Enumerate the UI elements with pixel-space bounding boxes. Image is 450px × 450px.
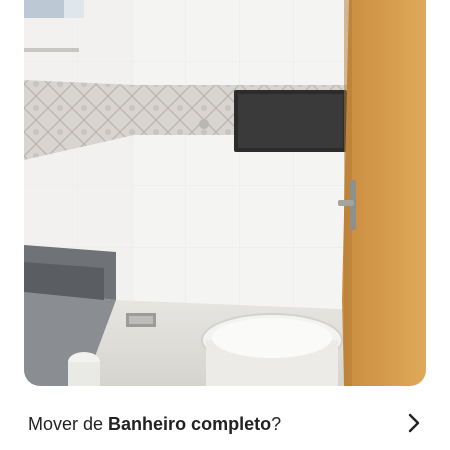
bathroom-photo[interactable] xyxy=(24,0,426,386)
prompt-prefix: Mover de xyxy=(28,414,109,434)
move-photo-screen: Mover de Banheiro completo? xyxy=(0,0,450,450)
bathroom-photo-image xyxy=(24,0,426,386)
prompt-suffix: ? xyxy=(271,414,282,434)
move-to-room-prompt[interactable]: Mover de Banheiro completo? xyxy=(0,398,450,450)
room-name: Banheiro completo xyxy=(108,414,272,434)
move-prompt-text: Mover de Banheiro completo? xyxy=(28,413,281,435)
chevron-right-icon[interactable] xyxy=(404,411,424,435)
